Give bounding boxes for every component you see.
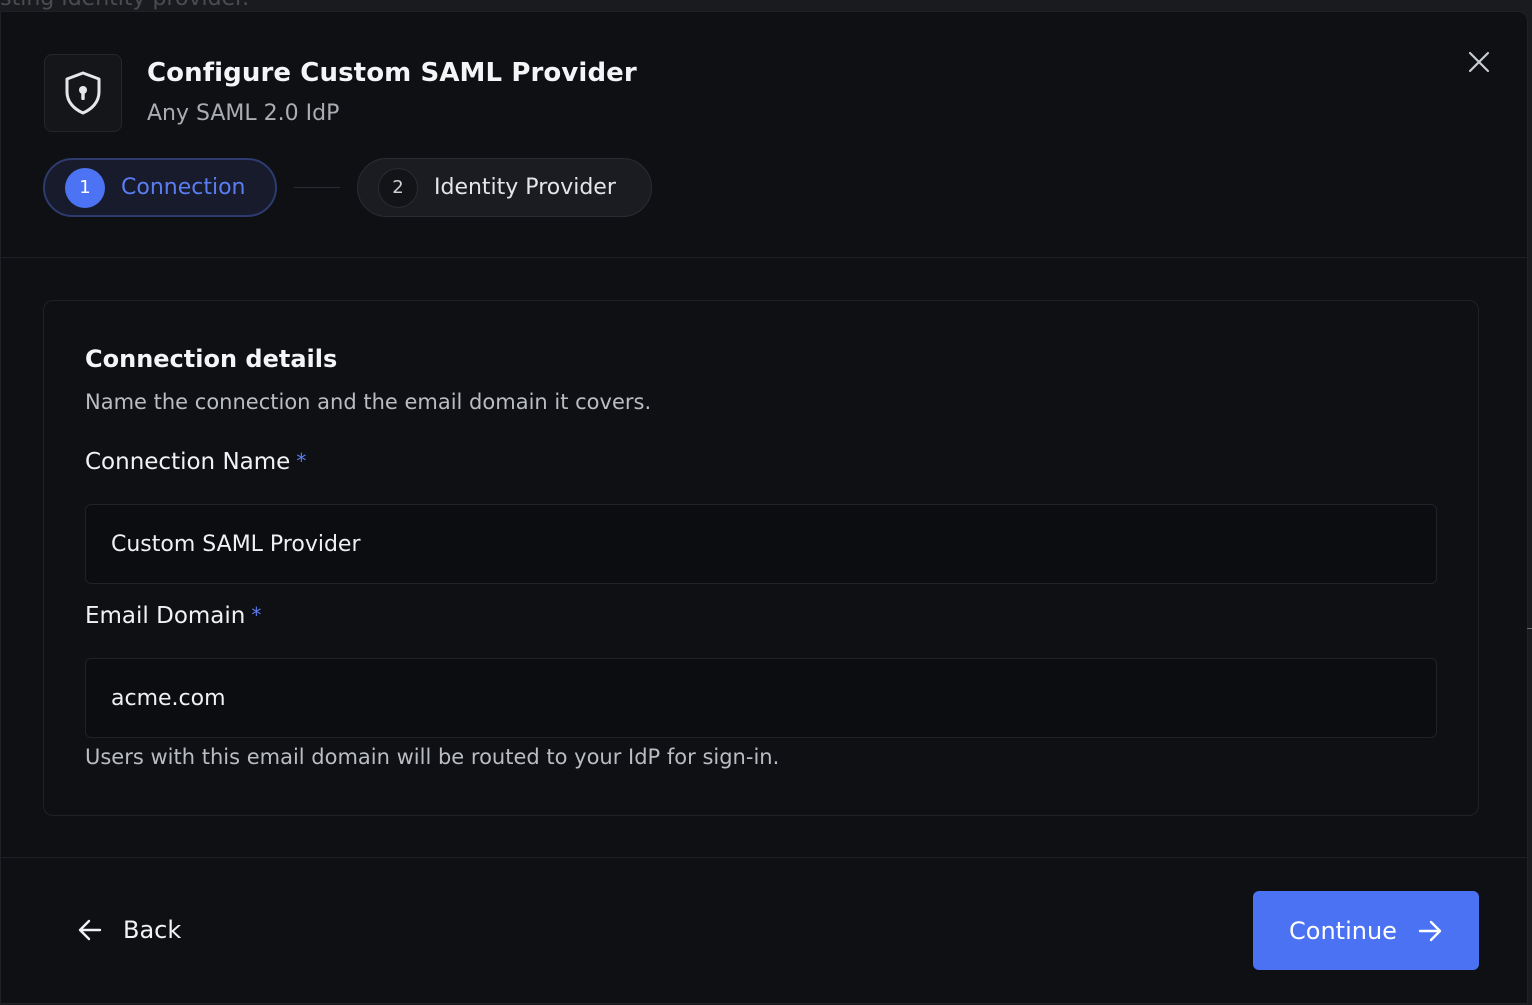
required-mark: *: [296, 449, 307, 473]
backdrop-text: isting Identity provider.: [0, 0, 249, 11]
step-label: Identity Provider: [434, 175, 616, 200]
step-connection[interactable]: 1 Connection: [43, 158, 277, 217]
dialog-subtitle: Any SAML 2.0 IdP: [147, 101, 340, 126]
edge-tick: [1527, 628, 1532, 629]
field-label-text: Connection Name: [85, 449, 291, 475]
email-domain-hint: Users with this email domain will be rou…: [85, 745, 780, 769]
close-button[interactable]: [1463, 46, 1495, 78]
card-description: Name the connection and the email domain…: [85, 390, 652, 414]
dialog-title: Configure Custom SAML Provider: [147, 58, 637, 88]
step-connector: [294, 187, 340, 188]
email-domain-input[interactable]: [85, 658, 1437, 738]
step-number: 2: [378, 167, 418, 208]
arrow-left-icon: [78, 919, 102, 941]
dialog-header: Configure Custom SAML Provider Any SAML …: [1, 12, 1527, 258]
dialog-footer: Back Continue: [1, 857, 1527, 1005]
arrow-right-icon: [1418, 920, 1442, 941]
field-label-text: Email Domain: [85, 603, 246, 629]
shield-keyhole-icon: [65, 71, 101, 115]
step-number: 1: [65, 167, 105, 208]
continue-button[interactable]: Continue: [1253, 891, 1479, 970]
required-mark: *: [251, 603, 262, 627]
step-label: Connection: [121, 175, 246, 200]
provider-logo: [44, 54, 122, 132]
continue-label: Continue: [1289, 916, 1397, 945]
step-identity-provider[interactable]: 2 Identity Provider: [357, 158, 652, 217]
connection-name-input[interactable]: [85, 504, 1437, 584]
connection-name-label: Connection Name *: [85, 449, 306, 475]
email-domain-label: Email Domain *: [85, 603, 261, 629]
back-label: Back: [123, 916, 182, 944]
back-button[interactable]: Back: [77, 910, 181, 950]
close-icon: [1468, 51, 1490, 73]
connection-details-card: Connection details Name the connection a…: [43, 300, 1479, 816]
card-title: Connection details: [85, 345, 338, 373]
configure-saml-dialog: Configure Custom SAML Provider Any SAML …: [0, 11, 1528, 1004]
